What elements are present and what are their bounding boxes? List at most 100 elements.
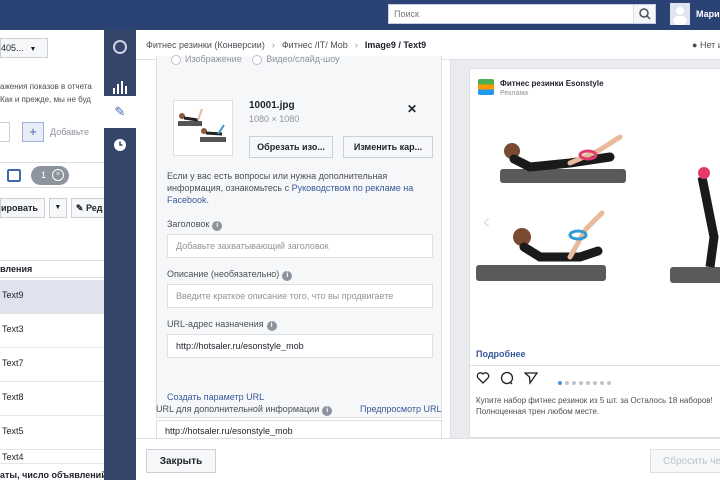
share-icon[interactable] xyxy=(524,371,538,385)
selected-count: 1 xyxy=(41,170,47,180)
notice-text: ажения показов в отчета Как и прежде, мы… xyxy=(0,80,92,106)
sponsored-label: Реклама xyxy=(500,90,529,97)
search-box[interactable] xyxy=(388,4,656,24)
image-thumbnail xyxy=(173,100,233,156)
table-header: вления xyxy=(0,260,104,278)
add-label: Добавьте xyxy=(50,127,89,137)
create-url-param-link[interactable]: Создать параметр URL xyxy=(167,392,264,402)
option-label: Видео/слайд-шоу xyxy=(266,54,340,64)
carousel-dot[interactable] xyxy=(593,381,597,385)
description-label: Описание (необязательно) i xyxy=(167,269,293,281)
carousel-left-arrow-icon[interactable]: ‹ xyxy=(482,210,491,235)
help-text-end: . xyxy=(206,195,210,205)
description-label-text: Описание (необязательно) xyxy=(167,269,280,279)
engagement-icons xyxy=(476,371,548,387)
pencil-icon: ✎ xyxy=(75,203,84,213)
selection-bar: 1 × xyxy=(0,162,104,188)
footer-count: аты, число объявлений: 9 xyxy=(0,470,104,480)
carousel-dot[interactable] xyxy=(600,381,604,385)
table-row[interactable]: Text7 xyxy=(0,348,104,382)
pencil-icon: ✎ xyxy=(114,104,126,119)
radio-video[interactable] xyxy=(252,54,263,65)
clear-selection-icon[interactable]: × xyxy=(52,169,64,181)
headline-input[interactable] xyxy=(168,235,432,257)
ad-image: ‹ xyxy=(470,117,720,323)
breadcrumb-item[interactable]: Фитнес /IT/ Mob xyxy=(282,40,348,50)
status-label: Нет изменен xyxy=(699,40,720,50)
learn-more-link[interactable]: Подробнее xyxy=(476,349,526,359)
fitness-image-thumbnail xyxy=(178,108,226,142)
info-icon[interactable]: i xyxy=(212,221,223,231)
rail-collapse-button[interactable] xyxy=(104,30,136,62)
reset-changes-button[interactable]: Сбросить че xyxy=(650,449,720,473)
search-button[interactable] xyxy=(633,5,655,23)
help-text: Если у вас есть вопросы или нужна дополн… xyxy=(167,170,435,206)
instagram-preview: Фитнес резинки Esonstyle Реклама ‹ Подро… xyxy=(469,68,720,438)
search-icon xyxy=(639,8,651,20)
notice-line: ажения показов в отчета xyxy=(0,82,92,91)
url-field[interactable] xyxy=(167,334,433,358)
crop-image-button[interactable]: Обрезать изо... xyxy=(249,136,333,158)
carousel-dot[interactable] xyxy=(558,381,562,385)
url-input[interactable] xyxy=(168,335,432,357)
status-text: ● Нет изменен xyxy=(692,40,720,50)
preview-url-link[interactable]: Предпросмотр URL xyxy=(360,404,442,414)
rail-edit-button[interactable]: ✎ xyxy=(104,96,136,128)
dot-icon: ● xyxy=(692,40,698,50)
table-row[interactable]: Text3 xyxy=(0,314,104,348)
ad-preview-pane: Фитнес резинки Esonstyle Реклама ‹ Подро… xyxy=(450,60,720,438)
description-field[interactable] xyxy=(167,284,433,308)
url-label-text: URL-адрес назначения xyxy=(167,319,264,329)
user-name-link[interactable]: Мари xyxy=(696,9,720,19)
brand-logo xyxy=(478,79,494,95)
clock-icon xyxy=(114,138,126,151)
table-row[interactable]: Text5 xyxy=(0,416,104,450)
breadcrumb-item[interactable]: Фитнес резинки (Конверсии) xyxy=(146,40,265,50)
image-file-name: 10001.jpg xyxy=(249,100,295,111)
remove-image-icon[interactable]: ✕ xyxy=(407,102,417,116)
selected-count-pill[interactable]: 1 × xyxy=(31,166,69,185)
creative-form-card: Изображение Видео/слайд-шоу 10001.jpg 10… xyxy=(156,54,442,418)
avatar[interactable] xyxy=(670,3,690,25)
duplicate-caret-icon[interactable]: ▼ xyxy=(48,198,67,218)
search-input[interactable] xyxy=(389,5,629,23)
heart-icon[interactable] xyxy=(476,371,490,385)
toolbar-row: + Добавьте xyxy=(0,122,89,142)
toolbar-button[interactable] xyxy=(0,122,10,142)
radio-image[interactable] xyxy=(171,54,181,65)
account-selector[interactable]: 405... ▼ xyxy=(0,38,48,58)
close-button[interactable]: Закрыть xyxy=(146,449,216,473)
info-icon[interactable]: i xyxy=(282,271,293,281)
carousel-dot[interactable] xyxy=(572,381,576,385)
info-icon[interactable]: i xyxy=(266,321,277,331)
description-input[interactable] xyxy=(168,285,432,307)
carousel-dot[interactable] xyxy=(607,381,611,385)
duplicate-button[interactable]: ировать xyxy=(0,198,45,218)
rail-history-button[interactable] xyxy=(104,128,136,160)
rail-reports-button[interactable] xyxy=(104,62,136,94)
add-button[interactable]: + xyxy=(22,122,44,142)
dialog-footer: Закрыть Сбросить че xyxy=(136,438,720,480)
top-nav-bar: Мари xyxy=(0,0,720,30)
edit-button[interactable]: ✎ Ред xyxy=(70,198,104,218)
circle-arrow-icon xyxy=(113,39,127,54)
table-row[interactable]: Text4 xyxy=(0,450,104,464)
chevron-right-icon: › xyxy=(354,40,358,50)
url-label: URL-адрес назначения i xyxy=(167,319,277,331)
carousel-dot[interactable] xyxy=(586,381,590,385)
ad-view-icon[interactable] xyxy=(7,169,21,182)
carousel-dots xyxy=(558,377,614,388)
carousel-dot[interactable] xyxy=(579,381,583,385)
headline-label: Заголовок i xyxy=(167,219,223,231)
table-row[interactable]: Text8 xyxy=(0,382,104,416)
user-silhouette-icon xyxy=(673,7,687,25)
comment-icon[interactable] xyxy=(500,371,514,385)
info-icon[interactable]: i xyxy=(322,406,333,416)
change-image-button[interactable]: Изменить кар... xyxy=(343,136,433,158)
action-row: ировать ▼ ✎ Ред xyxy=(0,198,104,218)
media-type-options: Изображение Видео/слайд-шоу xyxy=(171,54,340,65)
headline-field[interactable] xyxy=(167,234,433,258)
notice-line: Как и прежде, мы не буд xyxy=(0,95,91,104)
carousel-dot[interactable] xyxy=(565,381,569,385)
table-row[interactable]: Text9 xyxy=(0,280,104,314)
